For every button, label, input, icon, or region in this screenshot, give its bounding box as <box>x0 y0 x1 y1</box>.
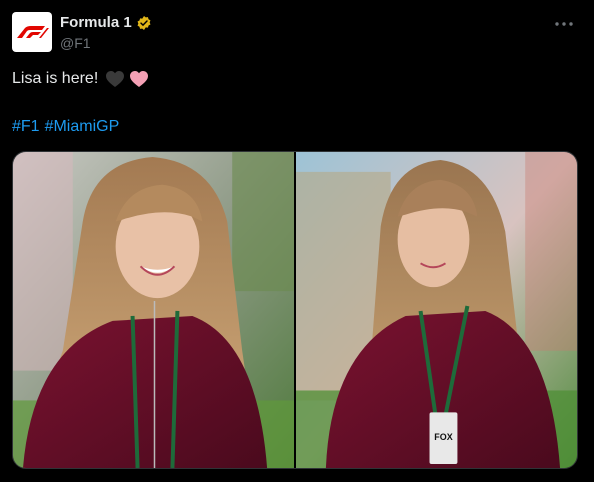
media-grid: FOX <box>12 151 578 469</box>
photo-1-image <box>13 152 294 468</box>
more-options-button[interactable] <box>552 12 576 36</box>
lanyard-badge-text: FOX <box>434 432 452 442</box>
author-handle[interactable]: @F1 <box>60 35 91 51</box>
black-heart-icon <box>106 71 125 87</box>
verified-badge-icon <box>137 15 151 30</box>
f1-logo-icon <box>17 26 49 38</box>
post-text: Lisa is here! <box>12 69 149 89</box>
hashtag-f1[interactable]: #F1 <box>12 118 40 136</box>
author-name-row[interactable]: Formula 1 <box>60 14 152 31</box>
pink-heart-icon <box>130 71 149 87</box>
more-options-icon <box>555 22 573 26</box>
hashtag-miamigp[interactable]: #MiamiGP <box>45 118 120 136</box>
post-text-content: Lisa is here! <box>12 70 99 87</box>
photo-1[interactable] <box>13 152 294 468</box>
photo-2-image: FOX <box>296 152 577 468</box>
avatar[interactable] <box>12 12 52 52</box>
hashtags: #F1 #MiamiGP <box>12 118 119 136</box>
author-display-name[interactable]: Formula 1 <box>60 14 132 31</box>
photo-2[interactable]: FOX <box>296 152 577 468</box>
